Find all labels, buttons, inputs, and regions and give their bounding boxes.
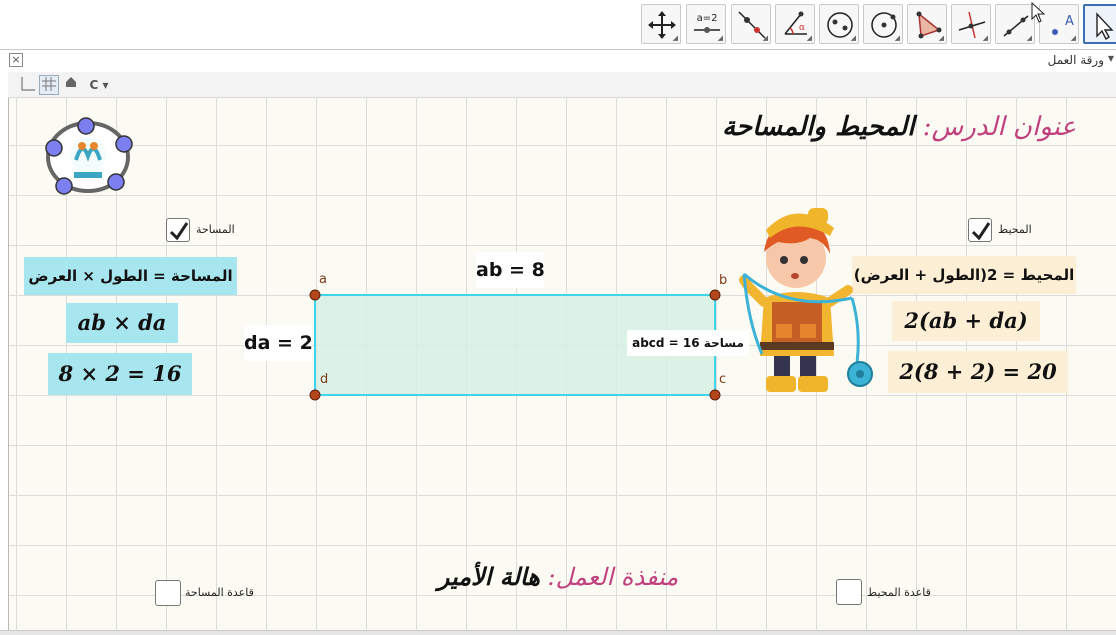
area-formula-box: ab × da	[66, 303, 178, 343]
perpendicular-line-tool[interactable]: ◢	[951, 4, 991, 44]
angle-tool-label: α	[799, 23, 805, 33]
axes-toggle-icon[interactable]	[18, 75, 38, 95]
logo-icon	[45, 117, 133, 195]
grid-toggle-icon[interactable]	[39, 75, 59, 95]
line-tool[interactable]: ◢	[731, 4, 771, 44]
perimeter-checkbox-label: المحيط	[998, 223, 1032, 236]
area-checkbox[interactable]	[166, 218, 190, 242]
select-tool[interactable]	[1083, 4, 1116, 44]
worker-credit-name: هالة الأمير	[437, 562, 540, 591]
boy-measuring-tape-icon	[739, 208, 873, 392]
perimeter-formula-box: 2(ab + da)	[892, 301, 1040, 341]
lesson-title-main: المحيط والمساحة	[722, 112, 915, 142]
point-b-label: b	[719, 273, 728, 288]
move-graphics-tool[interactable]: ◢	[641, 4, 681, 44]
point-c-label: c	[719, 372, 727, 387]
toolbar: ◢ a=2 ◢ ◢ α ◢ ◢ ◢ ◢ ◢ ◢ A ◢	[0, 0, 1116, 48]
worker-credit-prefix: منفذة العمل:	[547, 563, 679, 591]
style-bar: C ▾	[8, 72, 1116, 98]
point-a[interactable]	[309, 289, 321, 301]
polygon-tool[interactable]: ◢	[907, 4, 947, 44]
point-d[interactable]	[309, 389, 321, 401]
home-icon[interactable]	[63, 75, 79, 95]
area-rule-box: المساحة = الطول × العرض	[24, 257, 237, 295]
ellipse-tool[interactable]: ◢	[819, 4, 859, 44]
circle-tool[interactable]: ◢	[863, 4, 903, 44]
point-b[interactable]	[709, 289, 721, 301]
perimeter-computation-box: 2(8 + 2) = 20	[888, 351, 1068, 393]
close-view-button[interactable]: ×	[9, 53, 23, 67]
view-menu-arrow-icon[interactable]: ▼	[1108, 54, 1114, 63]
slider-tool-label: a=2	[697, 13, 718, 24]
cursor-icon	[1096, 12, 1114, 41]
checkmark-icon	[971, 222, 991, 241]
point-tool-label: A	[1065, 14, 1074, 29]
geogebra-app: ◢ a=2 ◢ ◢ α ◢ ◢ ◢ ◢ ◢ ◢ A ◢ × ورقة العمل…	[0, 0, 1116, 635]
view-header: × ورقة العمل ▼	[0, 49, 1116, 71]
checkmark-icon	[169, 222, 189, 241]
perimeter-checkbox[interactable]	[968, 218, 992, 242]
da-length-label: da = 2	[244, 325, 313, 361]
area-value-label: abcd = 16 مساحة	[627, 330, 749, 356]
lesson-title-prefix: عنوان الدرس:	[922, 112, 1076, 142]
perimeter-rule-box: المحيط = 2(الطول + العرض)	[852, 256, 1076, 294]
point-d-label: d	[320, 372, 329, 387]
mouse-pointer-icon	[1031, 2, 1046, 23]
point-a-label: a	[319, 272, 327, 287]
point-capture-icon[interactable]: C ▾	[82, 75, 116, 95]
area-checkbox-label: المساحة	[196, 223, 235, 236]
point-c[interactable]	[709, 389, 721, 401]
angle-tool[interactable]: α ◢	[775, 4, 815, 44]
view-title: ورقة العمل	[1047, 53, 1104, 67]
bottom-border	[0, 630, 1116, 635]
area-computation-box: 8 × 2 = 16	[48, 353, 192, 395]
worker-credit: منفذة العمل: هالة الأمير	[0, 562, 1116, 591]
lesson-title: عنوان الدرس: المحيط والمساحة	[722, 112, 1076, 142]
slider-tool[interactable]: a=2 ◢	[686, 4, 726, 44]
ab-length-label: ab = 8	[476, 252, 545, 288]
segment-tool[interactable]: ◢	[995, 4, 1035, 44]
